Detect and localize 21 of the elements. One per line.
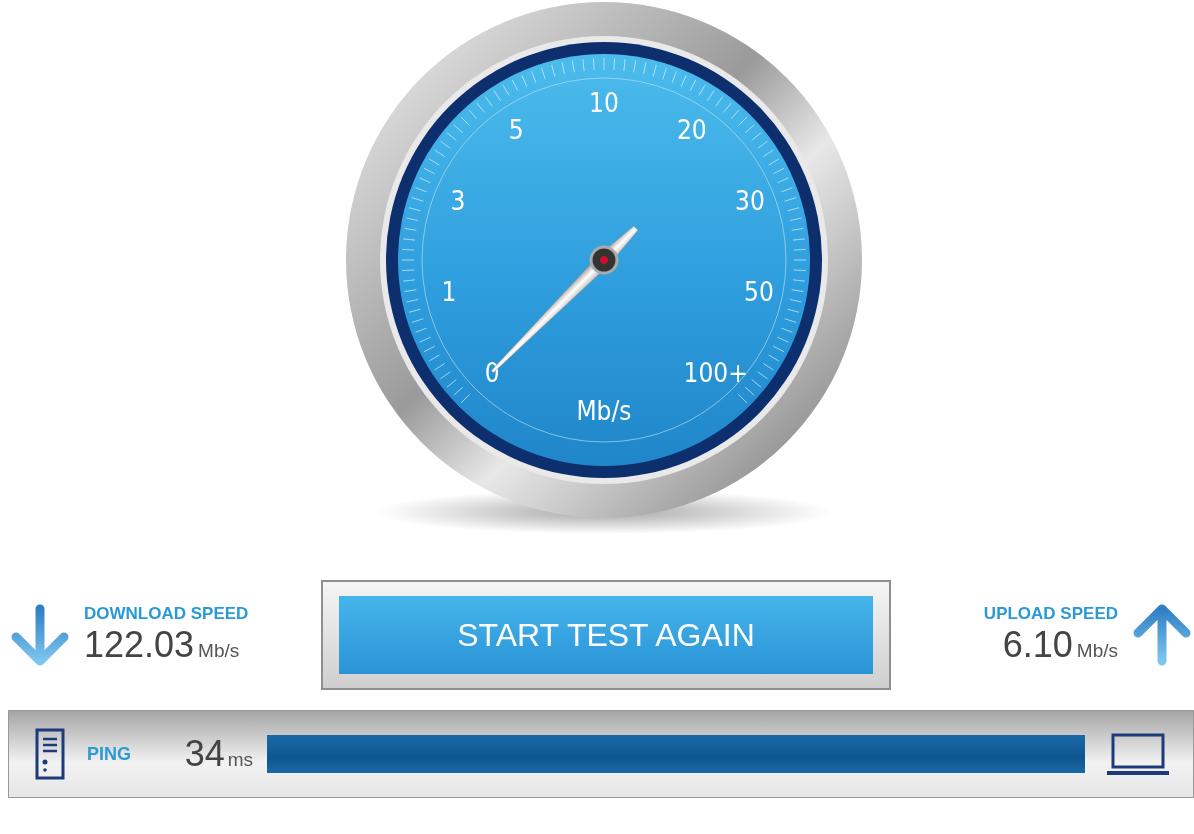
upload-speed-value: 6.10 xyxy=(1002,624,1073,666)
ping-label: PING xyxy=(87,743,132,765)
scale-label: 50 xyxy=(744,276,774,307)
upload-speed-unit: Mb/s xyxy=(1076,640,1118,662)
scale-label: 3 xyxy=(450,185,466,216)
scale-label: 1 xyxy=(441,276,457,307)
server-icon xyxy=(35,728,65,780)
scale-label: 100+ xyxy=(683,357,748,388)
upload-speed-label: UPLOAD SPEED xyxy=(983,604,1118,624)
download-speed-unit: Mb/s xyxy=(198,640,240,662)
download-speed-value: 122.03 xyxy=(84,624,195,666)
download-speed-label: DOWNLOAD SPEED xyxy=(84,604,249,624)
scale-label: 5 xyxy=(508,114,524,145)
laptop-icon xyxy=(1107,732,1169,776)
unit-label: Mb/s xyxy=(576,396,632,426)
ping-value: 34 xyxy=(184,733,225,775)
scale-label: 30 xyxy=(735,185,765,216)
ping-unit: ms xyxy=(227,749,253,771)
scale-label: 20 xyxy=(676,114,707,145)
scale-label: 10 xyxy=(589,88,619,118)
start-test-button[interactable]: START TEST AGAIN xyxy=(339,596,873,674)
